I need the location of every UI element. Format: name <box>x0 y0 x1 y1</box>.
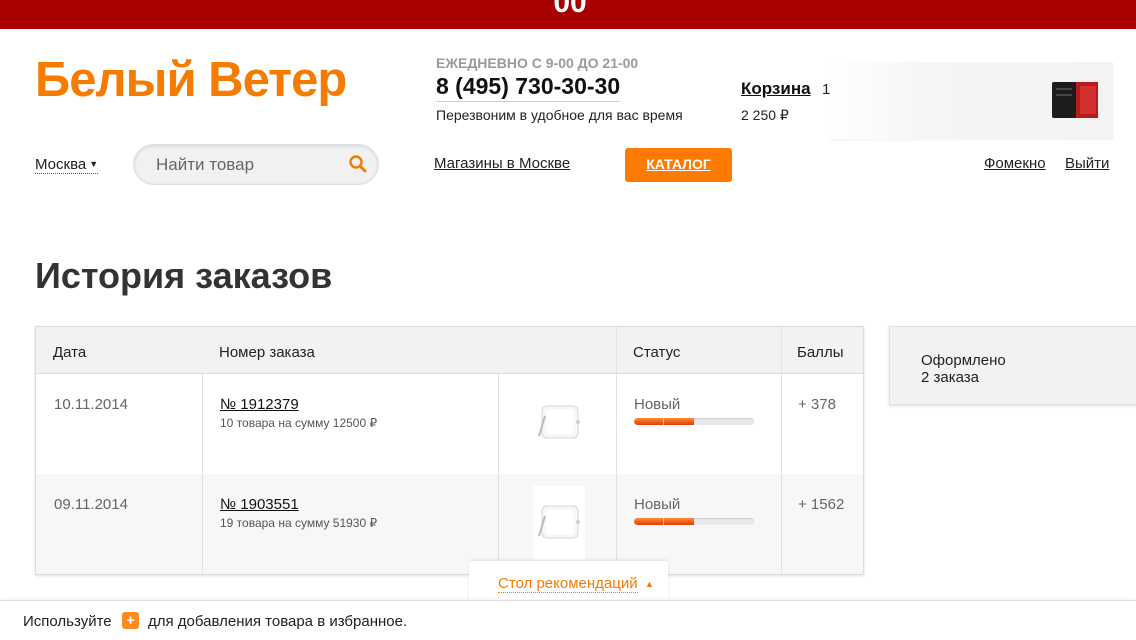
site-logo[interactable]: Белый Ветер <box>35 56 347 105</box>
cart-total: 2 250 ₽ <box>741 107 789 123</box>
order-date: 09.11.2014 <box>54 496 128 513</box>
search-box <box>133 144 379 185</box>
hint-text-end: для добавления товара в избранное. <box>148 613 408 630</box>
chevron-up-icon: ▲ <box>645 579 654 589</box>
callback-note: Перезвоним в удобное для вас время <box>436 107 683 123</box>
column-divider <box>202 374 203 574</box>
table-row: 09.11.2014 № 1903551 19 товара на сумму … <box>36 474 863 574</box>
top-banner-text: 00 <box>553 0 587 19</box>
progress-step-divider <box>663 518 664 525</box>
order-status: Новый <box>634 496 681 513</box>
orders-summary-panel: Оформлено 2 заказа <box>889 326 1136 405</box>
recommendations-label: Стол рекомендаций <box>498 575 638 593</box>
order-summary: 19 товара на сумму 51930 ₽ <box>220 516 378 530</box>
cart-link[interactable]: Корзина <box>741 79 811 99</box>
summary-label: Оформлено <box>921 352 1006 369</box>
power-adapter-icon[interactable] <box>533 386 585 460</box>
table-row: 10.11.2014 № 1912379 10 товара на сумму … <box>36 374 863 474</box>
user-profile-link[interactable]: Фомекно <box>984 155 1046 172</box>
wallet-icon[interactable] <box>1050 78 1102 122</box>
chevron-down-icon: ▼ <box>89 159 99 169</box>
city-selector[interactable]: Москва ▼ <box>35 156 99 174</box>
favorites-hint-bar: Используйте + для добавления товара в из… <box>0 600 1136 640</box>
summary-count: 2 заказа <box>921 369 980 386</box>
search-icon <box>349 155 367 173</box>
column-divider <box>781 327 782 574</box>
cart-count: 1 <box>822 81 831 98</box>
search-button[interactable] <box>338 145 378 184</box>
status-progress-bar <box>634 418 754 425</box>
column-header-status: Статус <box>633 344 681 361</box>
order-summary: 10 товара на сумму 12500 ₽ <box>220 416 378 430</box>
recommendations-tab[interactable]: Стол рекомендаций ▲ <box>469 561 668 605</box>
orders-table: Дата Номер заказа Статус Баллы 10.11.201… <box>35 326 864 575</box>
progress-fill <box>634 418 694 425</box>
progress-fill <box>634 518 694 525</box>
hint-text-start: Используйте <box>23 613 112 630</box>
power-adapter-icon[interactable] <box>533 486 585 560</box>
stores-link[interactable]: Магазины в Москве <box>434 155 570 172</box>
top-banner: 00 <box>0 0 1136 29</box>
table-header: Дата Номер заказа Статус Баллы <box>36 327 863 374</box>
order-status: Новый <box>634 396 681 413</box>
column-header-date: Дата <box>53 344 87 361</box>
column-divider <box>498 374 499 574</box>
column-header-order: Номер заказа <box>219 344 315 361</box>
order-date: 10.11.2014 <box>54 396 128 413</box>
column-header-points: Баллы <box>797 344 844 361</box>
catalog-button[interactable]: КАТАЛОГ <box>625 148 732 182</box>
order-points: + 1562 <box>798 496 845 513</box>
order-points: + 378 <box>798 396 836 413</box>
page-title: История заказов <box>35 255 333 296</box>
progress-step-divider <box>663 418 664 425</box>
search-input[interactable] <box>156 155 346 175</box>
city-name: Москва <box>35 156 87 173</box>
order-number-link[interactable]: № 1912379 <box>220 396 299 413</box>
plus-icon: + <box>122 612 139 629</box>
status-progress-bar <box>634 518 754 525</box>
column-divider <box>616 327 617 574</box>
order-number-link[interactable]: № 1903551 <box>220 496 299 513</box>
phone-number[interactable]: 8 (495) 730-30-30 <box>436 73 621 102</box>
working-hours: ЕЖЕДНЕВНО С 9-00 ДО 21-00 <box>436 55 639 71</box>
logout-link[interactable]: Выйти <box>1065 155 1109 172</box>
